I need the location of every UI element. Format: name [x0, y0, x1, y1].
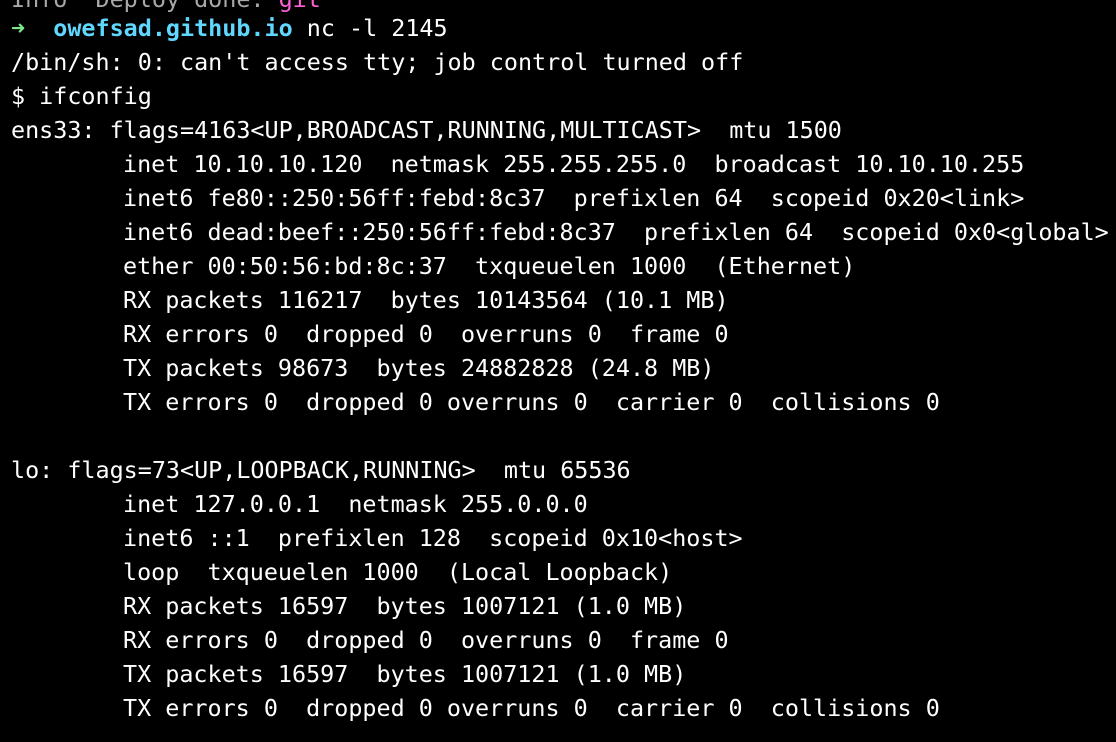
lo-inet-line: inet 127.0.0.1 netmask 255.0.0.0: [123, 490, 588, 518]
ens33-inet-line: inet 10.10.10.120 netmask 255.255.255.0 …: [123, 150, 1025, 178]
ens33-inet6-link-line: inet6 fe80::250:56ff:febd:8c37 prefixlen…: [123, 184, 1025, 212]
lo-inet6-line: inet6 ::1 prefixlen 128 scopeid 0x10<hos…: [123, 524, 743, 552]
prompt-directory: owefsad.github.io: [53, 14, 293, 42]
prompt-command: nc -l 2145: [306, 14, 448, 42]
ens33-header-line: ens33: flags=4163<UP,BROADCAST,RUNNING,M…: [11, 116, 842, 144]
terminal-window[interactable]: Info Deploy done: git ➜ owefsad.github.i…: [0, 0, 1116, 742]
ens33-inet6-global-line: inet6 dead:beef::250:56ff:febd:8c37 pref…: [123, 218, 1109, 246]
shell-warning-line: /bin/sh: 0: can't access tty; job contro…: [11, 48, 744, 76]
prompt-line: ➜ owefsad.github.io nc -l 2145: [11, 11, 448, 45]
ens33-tx-errors-line: TX errors 0 dropped 0 overruns 0 carrier…: [123, 388, 940, 416]
lo-loop-line: loop txqueuelen 1000 (Local Loopback): [123, 558, 673, 586]
ens33-rx-packets-line: RX packets 116217 bytes 10143564 (10.1 M…: [123, 286, 729, 314]
lo-tx-errors-line: TX errors 0 dropped 0 overruns 0 carrier…: [123, 694, 940, 722]
prompt-arrow-icon: ➜: [11, 14, 26, 42]
ens33-tx-packets-line: TX packets 98673 bytes 24882828 (24.8 MB…: [123, 354, 715, 382]
lo-header-line: lo: flags=73<UP,LOOPBACK,RUNNING> mtu 65…: [11, 456, 631, 484]
ens33-rx-errors-line: RX errors 0 dropped 0 overruns 0 frame 0: [123, 320, 729, 348]
ens33-ether-line: ether 00:50:56:bd:8c:37 txqueuelen 1000 …: [123, 252, 856, 280]
lo-tx-packets-line: TX packets 16597 bytes 1007121 (1.0 MB): [123, 660, 687, 688]
ifconfig-command-line: $ ifconfig: [11, 82, 152, 110]
lo-rx-errors-line: RX errors 0 dropped 0 overruns 0 frame 0: [123, 626, 729, 654]
lo-rx-packets-line: RX packets 16597 bytes 1007121 (1.0 MB): [123, 592, 687, 620]
